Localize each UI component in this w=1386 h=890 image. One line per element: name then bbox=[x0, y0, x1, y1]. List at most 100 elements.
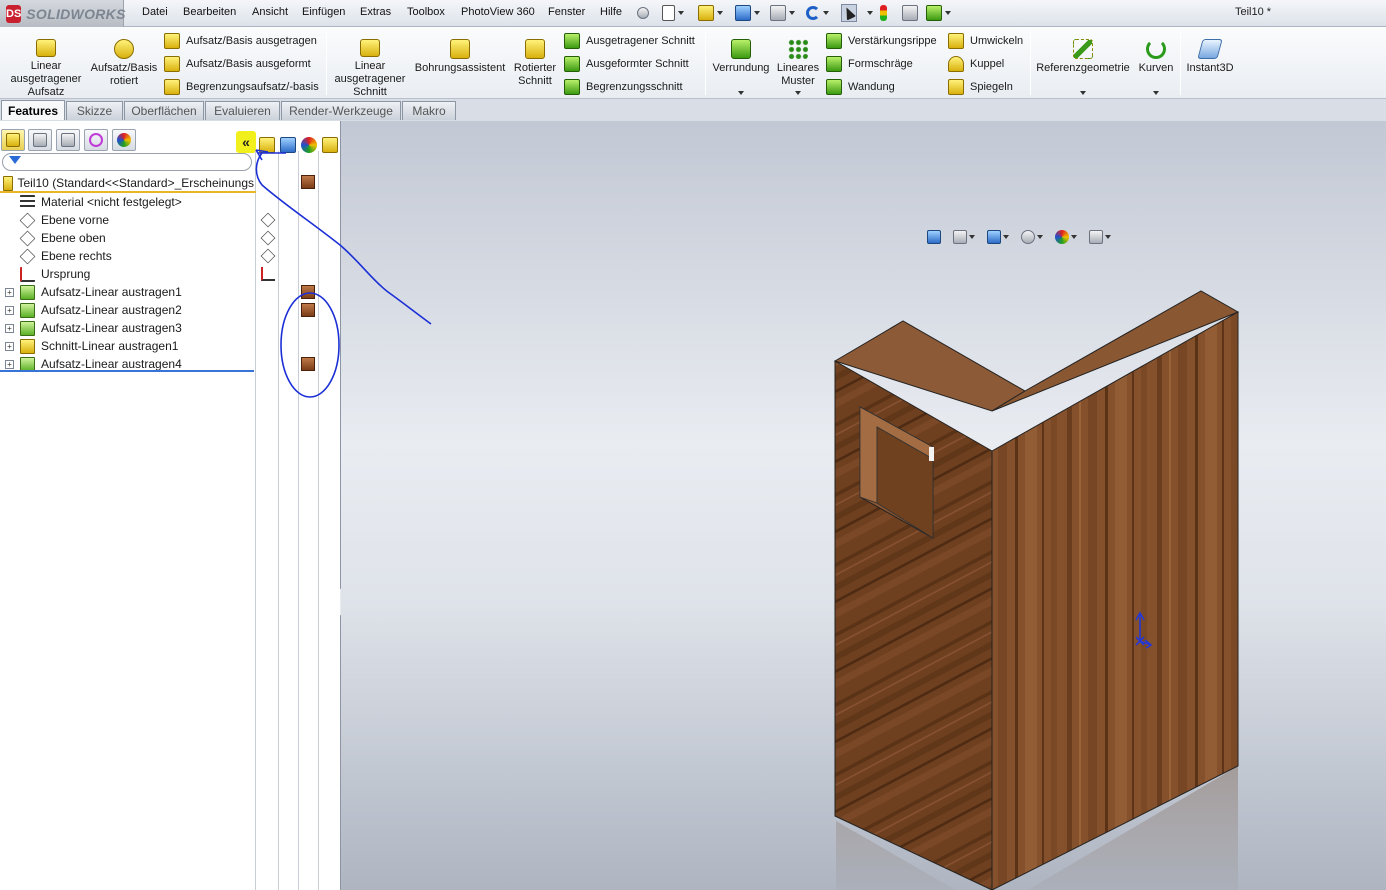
boundary-boss-button[interactable]: Begrenzungsaufsatz/-basis bbox=[164, 77, 319, 97]
view-settings-button[interactable] bbox=[1089, 230, 1111, 244]
boundary-cut-button[interactable]: Begrenzungsschnitt bbox=[564, 77, 683, 97]
tab-oberflaechen[interactable]: Oberflächen bbox=[124, 101, 204, 120]
draft-button[interactable]: Formschräge bbox=[826, 54, 913, 74]
reference-geometry-button[interactable]: Referenzgeometrie bbox=[1034, 27, 1132, 99]
tree-item[interactable]: Ebene oben bbox=[0, 229, 254, 247]
visibility-origin-icon[interactable] bbox=[261, 267, 275, 281]
tree-item[interactable]: + Aufsatz-Linear austragen3 bbox=[0, 319, 254, 337]
display-manager-tab[interactable] bbox=[112, 129, 136, 151]
tab-skizze[interactable]: Skizze bbox=[66, 101, 123, 120]
app-logo[interactable]: DS SOLIDWORKS bbox=[0, 0, 125, 27]
hole-wizard-button[interactable]: Bohrungsassistent bbox=[412, 27, 508, 99]
tree-item[interactable]: Material <nicht festgelegt> bbox=[0, 193, 254, 211]
linear-pattern-dropdown-icon[interactable] bbox=[795, 91, 801, 95]
menu-datei[interactable]: Datei bbox=[142, 6, 168, 18]
expand-toggle-icon[interactable]: + bbox=[5, 305, 14, 315]
hide-show-column-icon[interactable] bbox=[259, 137, 275, 153]
menu-extras[interactable]: Extras bbox=[360, 6, 391, 18]
tab-makro[interactable]: Makro bbox=[402, 101, 456, 120]
appearance-swatch-icon[interactable] bbox=[301, 357, 315, 371]
loft-cut-button[interactable]: Ausgeformter Schnitt bbox=[564, 54, 689, 74]
revolve-boss-button[interactable]: Aufsatz/Basis rotiert bbox=[88, 27, 160, 99]
sweep-cut-button[interactable]: Ausgetragener Schnitt bbox=[564, 31, 695, 51]
tree-root-part[interactable]: Teil10 (Standard<<Standard>_Erscheinungs bbox=[0, 173, 256, 193]
options-button[interactable] bbox=[926, 4, 951, 22]
menu-ansicht[interactable]: Ansicht bbox=[252, 6, 288, 18]
appearance-swatch-icon[interactable] bbox=[301, 303, 315, 317]
tree-item[interactable]: + Aufsatz-Linear austragen2 bbox=[0, 301, 254, 319]
zoom-to-fit-button[interactable] bbox=[927, 230, 941, 244]
curves-button[interactable]: Kurven bbox=[1134, 27, 1178, 99]
feature-tree-tab[interactable] bbox=[1, 129, 25, 151]
wrap-button[interactable]: Umwickeln bbox=[948, 31, 1023, 51]
dome-button[interactable]: Kuppel bbox=[948, 54, 1004, 74]
shell-button[interactable]: Wandung bbox=[826, 77, 895, 97]
view-orientation-button[interactable] bbox=[987, 230, 1009, 244]
dropdown-caret-icon bbox=[969, 235, 975, 239]
draft-icon bbox=[826, 56, 842, 72]
tab-evaluieren[interactable]: Evaluieren bbox=[205, 101, 280, 120]
expand-toggle-icon[interactable]: + bbox=[5, 287, 14, 297]
mirror-button[interactable]: Spiegeln bbox=[948, 77, 1013, 97]
open-button[interactable] bbox=[698, 4, 723, 22]
select-dropdown[interactable] bbox=[864, 4, 873, 22]
linear-pattern-button[interactable]: Lineares Muster bbox=[774, 27, 822, 99]
property-manager-tab[interactable] bbox=[28, 129, 52, 151]
3d-model-view[interactable] bbox=[341, 121, 1386, 890]
tree-item[interactable]: + Schnitt-Linear austragen1 bbox=[0, 337, 254, 355]
hide-show-items-button[interactable] bbox=[1055, 230, 1077, 244]
undo-button[interactable] bbox=[806, 4, 829, 22]
curves-dropdown-icon[interactable] bbox=[1153, 91, 1159, 95]
fillet-dropdown-icon[interactable] bbox=[738, 91, 744, 95]
rebuild-button[interactable] bbox=[880, 4, 887, 22]
tree-item[interactable]: + Aufsatz-Linear austragen1 bbox=[0, 283, 254, 301]
display-style-column-icon[interactable] bbox=[280, 137, 296, 153]
expand-toggle-icon[interactable]: + bbox=[5, 341, 14, 351]
menu-photoview[interactable]: PhotoView 360 bbox=[461, 6, 535, 18]
graphics-area[interactable] bbox=[341, 121, 1386, 890]
loft-boss-button[interactable]: Aufsatz/Basis ausgeformt bbox=[164, 54, 311, 74]
dimxpert-tab[interactable] bbox=[84, 129, 108, 151]
save-button[interactable] bbox=[735, 4, 760, 22]
expand-toggle-icon[interactable]: + bbox=[5, 323, 14, 333]
sweep-boss-button[interactable]: Aufsatz/Basis ausgetragen bbox=[164, 31, 317, 51]
collapse-panel-button[interactable]: « bbox=[236, 131, 256, 153]
feature-filter-input[interactable] bbox=[2, 153, 252, 171]
menu-hilfe[interactable]: Hilfe bbox=[600, 6, 622, 18]
extrude-cut-button[interactable]: Linear ausgetragener Schnitt bbox=[332, 27, 408, 99]
tree-item-label: Ebene vorne bbox=[41, 213, 110, 227]
visibility-plane-icon[interactable] bbox=[260, 230, 276, 246]
tree-item[interactable]: Ebene vorne bbox=[0, 211, 254, 229]
file-properties-button[interactable] bbox=[902, 4, 918, 22]
select-button[interactable] bbox=[841, 4, 857, 22]
appearance-swatch-icon[interactable] bbox=[301, 175, 315, 189]
rib-button[interactable]: Verstärkungsrippe bbox=[826, 31, 937, 51]
transparency-column-icon[interactable] bbox=[322, 137, 338, 153]
revolve-cut-button[interactable]: Rotierter Schnitt bbox=[510, 27, 560, 99]
menu-fenster[interactable]: Fenster bbox=[548, 6, 585, 18]
fillet-button[interactable]: Verrundung bbox=[709, 27, 773, 99]
rollback-bar[interactable] bbox=[0, 370, 254, 372]
visibility-plane-icon[interactable] bbox=[260, 248, 276, 264]
tree-item[interactable]: Ebene rechts bbox=[0, 247, 254, 265]
reference-geometry-dropdown-icon[interactable] bbox=[1080, 91, 1086, 95]
extrude-boss-button[interactable]: Linear ausgetragener Aufsatz bbox=[6, 27, 86, 99]
new-document-button[interactable] bbox=[662, 4, 684, 22]
appearance-column-icon[interactable] bbox=[301, 137, 317, 153]
pin-menu-button[interactable] bbox=[637, 4, 649, 22]
tree-item[interactable]: Ursprung bbox=[0, 265, 254, 283]
menu-toolbox[interactable]: Toolbox bbox=[407, 6, 445, 18]
appearance-swatch-icon[interactable] bbox=[301, 285, 315, 299]
expand-toggle-icon[interactable]: + bbox=[5, 359, 14, 369]
menu-einfuegen[interactable]: Einfügen bbox=[302, 6, 345, 18]
print-button[interactable] bbox=[770, 4, 795, 22]
display-style-button[interactable] bbox=[1021, 230, 1043, 244]
configuration-manager-tab[interactable] bbox=[56, 129, 80, 151]
tab-render-werkzeuge[interactable]: Render-Werkzeuge bbox=[281, 101, 401, 120]
tab-features[interactable]: Features bbox=[1, 100, 65, 120]
section-view-button[interactable] bbox=[953, 230, 975, 244]
tree-root-row[interactable]: Teil10 (Standard<<Standard>_Erscheinungs bbox=[0, 174, 254, 192]
instant3d-button[interactable]: Instant3D bbox=[1184, 27, 1236, 99]
menu-bearbeiten[interactable]: Bearbeiten bbox=[183, 6, 236, 18]
visibility-plane-icon[interactable] bbox=[260, 212, 276, 228]
